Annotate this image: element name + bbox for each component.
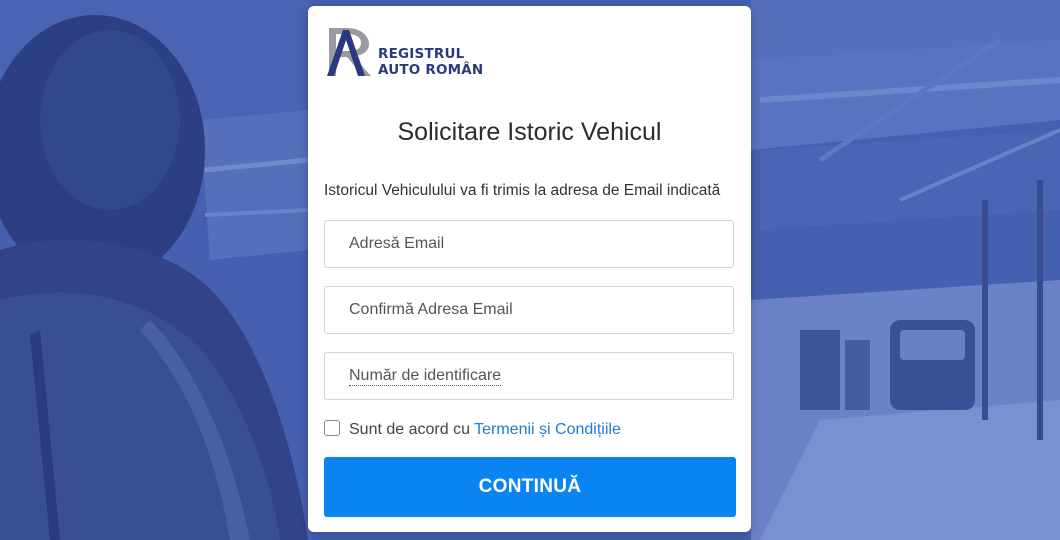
id-number-field[interactable]: Număr de identificare — [324, 352, 734, 400]
terms-agreement: Sunt de acord cu Termenii și Condițiile — [324, 420, 621, 440]
terms-link[interactable]: Termenii și Condițiile — [474, 421, 621, 438]
terms-checkbox[interactable] — [324, 420, 340, 436]
registrul-auto-roman-logo[interactable]: REGISTRUL AUTO ROMÂN — [325, 24, 495, 84]
request-card: REGISTRUL AUTO ROMÂN Solicitare Istoric … — [308, 6, 751, 532]
email-field[interactable] — [324, 220, 734, 268]
continue-button[interactable]: CONTINUĂ — [324, 457, 736, 517]
id-number-placeholder: Număr de identificare — [349, 367, 502, 386]
terms-agree-label: Sunt de acord cu — [349, 421, 475, 438]
confirm-email-field[interactable] — [324, 286, 734, 334]
email-input[interactable] — [349, 221, 719, 267]
rar-logo-icon — [327, 28, 371, 76]
page-title: Solicitare Istoric Vehicul — [397, 118, 662, 146]
logo-line-1: REGISTRUL — [378, 46, 465, 62]
confirm-email-input[interactable] — [349, 287, 719, 333]
logo-line-2: AUTO ROMÂN — [378, 62, 484, 78]
form-description: Istoricul Vehiculului va fi trimis la ad… — [324, 182, 721, 199]
